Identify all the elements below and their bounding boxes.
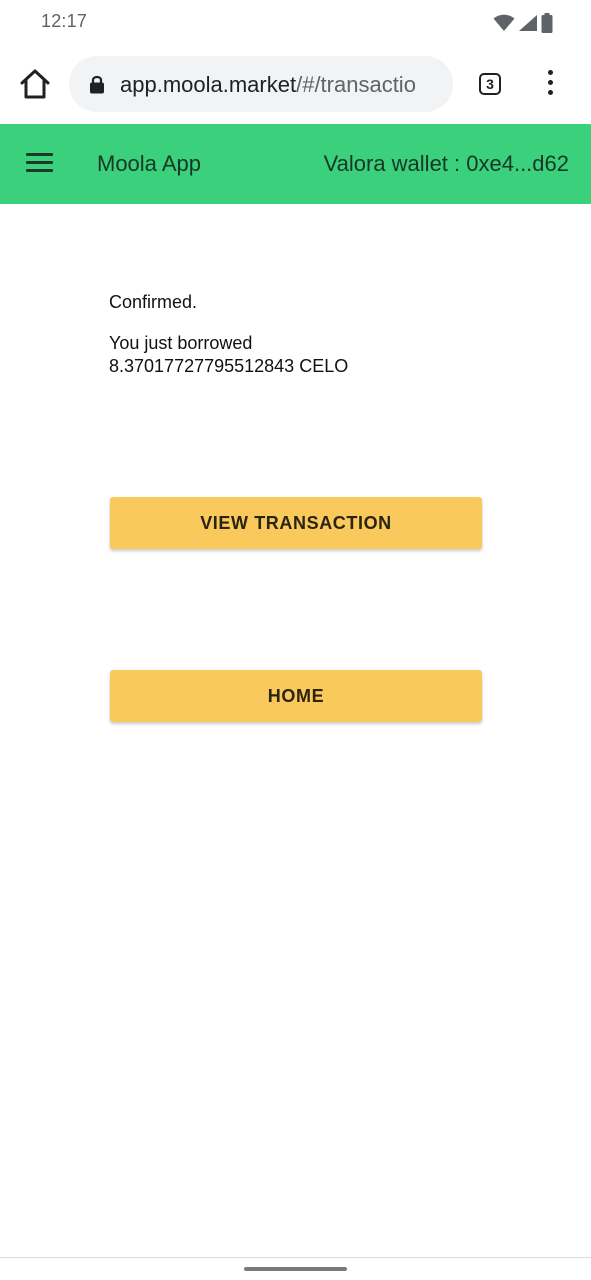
status-time: 12:17	[41, 11, 88, 31]
status-icons	[493, 12, 553, 34]
page: 12:17 app.moola.market/#/transactio 3 Mo…	[0, 0, 591, 1280]
status-bar: 12:17	[0, 0, 591, 44]
borrow-message: You just borrowed 8.37017727795512843 CE…	[109, 332, 348, 378]
browser-toolbar: app.moola.market/#/transactio 3	[0, 44, 591, 124]
view-transaction-button[interactable]: VIEW TRANSACTION	[110, 497, 482, 549]
confirmation-status: Confirmed.	[109, 292, 198, 312]
wifi-icon	[493, 14, 515, 31]
wallet-address[interactable]: Valora wallet : 0xe4...d62	[324, 151, 569, 177]
signal-icon	[519, 15, 537, 31]
more-vert-icon[interactable]	[540, 70, 560, 100]
browser-home-button[interactable]	[18, 66, 52, 102]
tab-switcher-button[interactable]: 3	[479, 73, 501, 95]
borrow-message-line1: You just borrowed	[109, 333, 253, 353]
app-title: Moola App	[97, 151, 201, 176]
lock-icon	[90, 75, 104, 94]
gesture-handle[interactable]	[244, 1267, 347, 1271]
url-host: app.moola.market	[120, 72, 297, 97]
home-icon	[20, 69, 50, 99]
url-path: /#/transactio	[296, 72, 416, 97]
menu-icon[interactable]	[26, 153, 53, 173]
url-text[interactable]: app.moola.market/#/transactio	[120, 72, 450, 98]
home-button[interactable]: HOME	[110, 670, 482, 722]
app-header: Moola App Valora wallet : 0xe4...d62	[0, 124, 591, 204]
nav-divider	[0, 1257, 591, 1258]
borrow-amount: 8.37017727795512843 CELO	[109, 356, 349, 376]
address-bar[interactable]: app.moola.market/#/transactio	[69, 56, 453, 112]
battery-icon	[541, 13, 553, 33]
